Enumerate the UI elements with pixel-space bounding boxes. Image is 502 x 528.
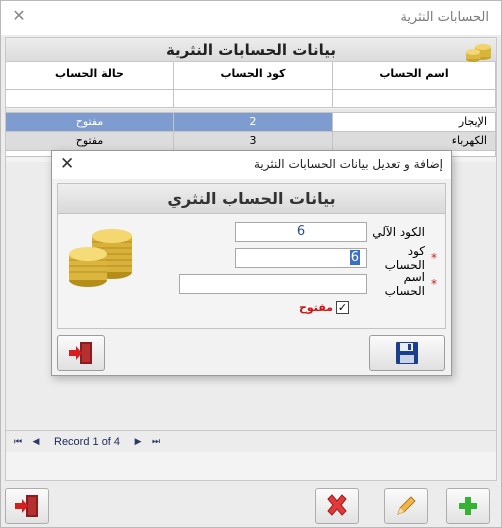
coins-stack-icon [69,229,132,287]
column-header-code[interactable]: كود الحساب [174,62,333,90]
red-x-icon [327,494,347,516]
auto-code-field: 6 [235,222,367,242]
dialog-header: بيانات الحساب النثري [58,184,445,214]
auto-code-row: الكود الآلي 6 [235,222,439,242]
last-record-icon[interactable]: ⏭ [150,437,162,447]
auto-code-label: الكود الآلي [372,225,425,239]
account-code-row: * كود الحساب 6 [235,244,439,272]
cell-state[interactable]: مفتوح [6,132,174,151]
exit-door-icon [69,342,92,364]
cell-state[interactable]: مفتوح [6,113,174,132]
record-navigator: ⏮ ◀ Record 1 of 4 ▶ ⏭ [6,430,496,452]
floppy-disk-icon [396,342,418,364]
account-dialog: ✕ إضافة و تعديل بيانات الحسابات النثرية … [51,150,452,376]
account-name-label: اسم الحساب [384,270,425,298]
dialog-title-bar: ✕ إضافة و تعديل بيانات الحسابات النثرية [52,151,451,179]
record-position: Record 1 of 4 [54,435,121,448]
open-checkbox-group: ✓ مفتوح [299,301,349,314]
window-title: الحسابات النثرية [400,10,489,25]
filter-cell-code[interactable] [174,90,333,108]
required-marker: * [431,251,437,265]
pencil-icon [397,496,416,515]
delete-button[interactable] [315,488,359,524]
add-button[interactable] [446,488,490,524]
cell-code[interactable]: 3 [174,132,333,151]
required-marker: * [431,277,437,291]
open-checkbox[interactable]: ✓ [336,301,349,314]
window-close-icon[interactable]: ✕ [11,7,27,25]
grid-filter-row [6,90,496,109]
first-record-icon[interactable]: ⏮ [12,437,24,447]
account-code-input[interactable]: 6 [235,248,367,268]
table-row[interactable]: الإيجار 2 مفتوح [6,113,496,132]
account-code-label: كود الحساب [384,244,425,272]
dialog-form: بيانات الحساب النثري الكود الآلي 6 * كود… [57,183,446,329]
previous-record-icon[interactable]: ◀ [30,437,42,447]
bottom-toolbar [1,483,501,528]
grid-header-row: اسم الحساب كود الحساب حالة الحساب [6,62,496,90]
filter-cell-name[interactable] [333,90,496,108]
account-name-input[interactable] [179,274,367,294]
panel-title: بيانات الحسابات النثرية [6,38,496,62]
column-header-state[interactable]: حالة الحساب [6,62,174,90]
exit-button[interactable] [5,488,49,524]
title-bar: ✕ الحسابات النثرية [1,1,501,35]
table-row[interactable]: الكهرباء 3 مفتوح [6,132,496,151]
account-code-value: 6 [349,250,360,265]
cell-name[interactable]: الإيجار [333,113,496,132]
edit-button[interactable] [384,488,428,524]
dialog-close-icon[interactable]: ✕ [60,154,74,174]
cell-code[interactable]: 2 [174,113,333,132]
account-name-row: * اسم الحساب [179,270,439,298]
column-header-name[interactable]: اسم الحساب [333,62,496,90]
exit-door-icon [15,495,38,517]
coins-stack-icon [466,44,491,62]
dialog-exit-button[interactable] [57,335,105,371]
dialog-title: إضافة و تعديل بيانات الحسابات النثرية [254,157,443,171]
filter-cell-state[interactable] [6,90,174,108]
cell-name[interactable]: الكهرباء [333,132,496,151]
next-record-icon[interactable]: ▶ [132,437,144,447]
accounts-grid: اسم الحساب كود الحساب حالة الحساب الإيجا… [6,62,496,158]
dialog-save-button[interactable] [369,335,445,371]
green-plus-icon [459,497,477,515]
open-checkbox-label: مفتوح [298,301,333,314]
